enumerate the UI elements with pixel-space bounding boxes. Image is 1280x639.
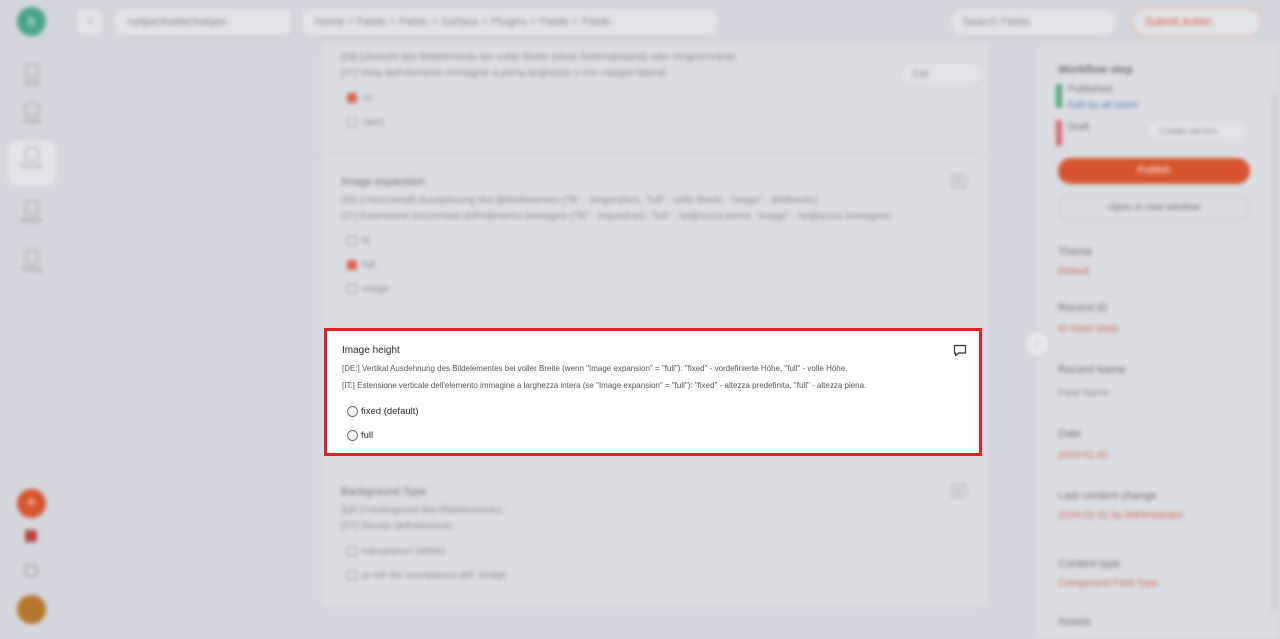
details-panel: Workflow step Published Edit by all user… [1036, 44, 1280, 639]
field-value: Field Name [1058, 388, 1110, 399]
option-checkbox[interactable] [347, 117, 357, 127]
notifications-badge[interactable]: R [17, 489, 46, 518]
field-label: Last content change [1058, 490, 1158, 502]
option-checkbox[interactable] [347, 260, 357, 270]
field-desc-de: [DE:] Ansicht des Bildelements bei volle… [341, 52, 736, 63]
radio-button[interactable] [347, 429, 358, 441]
back-button[interactable]: ‹ [76, 8, 104, 36]
pin-icon[interactable] [25, 530, 37, 542]
field-title: Background Type [341, 486, 427, 498]
assets-icon [25, 102, 39, 116]
option-label: full [362, 260, 375, 271]
comment-icon[interactable]: + [952, 174, 966, 188]
option-label: ja mit der transparent def. Image [362, 570, 507, 581]
comment-icon[interactable] [953, 344, 967, 357]
radio-button[interactable] [347, 405, 358, 417]
left-rail: h Home Assets Records Reports Settings R [0, 0, 64, 639]
status-indicator-draft [1056, 120, 1062, 146]
status-published: Published [1068, 84, 1112, 95]
rail-item-home[interactable]: Home [12, 58, 52, 98]
reports-icon [25, 201, 39, 215]
field-desc-de: [DE:] Hintergrund des Bildelementes [341, 505, 503, 516]
status-indicator-published [1056, 84, 1062, 108]
comment-icon[interactable]: + [952, 484, 966, 498]
open-new-window-button[interactable]: Open in new window [1058, 196, 1250, 220]
status-draft: Draft [1068, 122, 1090, 133]
option-label: fit [362, 236, 370, 247]
field-title: Image expansion [341, 176, 425, 188]
breadcrumb-project[interactable]: neitperthattechatges [114, 8, 292, 36]
field-value[interactable]: 2024-01-01 by Administrator [1058, 510, 1184, 521]
publish-button[interactable]: Publish [1058, 158, 1250, 184]
rail-item-records[interactable]: Records [8, 141, 56, 185]
app-logo[interactable]: h [17, 7, 46, 36]
rail-item-label: Reports [21, 218, 43, 224]
option-label: on [362, 93, 374, 104]
submit-action-button[interactable]: Submit Action [1132, 8, 1262, 36]
option-checkbox[interactable] [347, 284, 357, 294]
option-label: fixed (default) [361, 405, 419, 417]
field-description-it: [IT:] Estensione verticale dell'elemento… [342, 381, 867, 390]
rail-item-label: Assets [22, 119, 41, 125]
field-desc-it: [IT:] Estensione orizzontale dell'elemen… [341, 211, 892, 222]
option-checkbox[interactable] [347, 570, 357, 580]
home-icon [25, 64, 39, 78]
rail-item-label: Settings [21, 267, 43, 273]
field-label: Record Name [1058, 364, 1126, 376]
field-desc-it: [IT:] Vista dell'elemento immagine a pie… [341, 68, 667, 79]
option-fixed[interactable]: fixed (default) [347, 404, 419, 418]
field-value[interactable]: Component Field Type [1058, 578, 1158, 589]
chevron-left-icon: ‹ [88, 16, 92, 28]
divider [320, 152, 988, 153]
field-desc-it: [IT:] Sfondo dell'elemento [341, 521, 453, 532]
edit-button[interactable]: Edit [900, 62, 984, 86]
breadcrumb[interactable]: Home > Fields > Fields > Surface > Plugi… [302, 8, 718, 36]
field-description-de: [DE:] Vertikal Ausdehnung des Bildelemen… [342, 364, 848, 373]
user-avatar[interactable] [17, 595, 46, 624]
field-label: Theme [1058, 246, 1093, 258]
field-value[interactable]: Default [1058, 266, 1090, 277]
field-label: Assets [1058, 616, 1092, 628]
records-icon [25, 147, 39, 161]
field-label: Record ID [1058, 302, 1108, 314]
rail-item-settings[interactable]: Settings [12, 244, 52, 284]
option-checkbox[interactable] [347, 93, 357, 103]
image-height-field: Image height [DE:] Vertikal Ausdehnung d… [324, 328, 982, 456]
option-checkbox[interactable] [347, 546, 357, 556]
option-label: transparent (white) [362, 546, 446, 557]
field-value[interactable]: 2024-01-01 [1058, 450, 1109, 461]
create-version-button[interactable]: Create version [1146, 120, 1248, 142]
chevron-right-icon: › [1035, 338, 1039, 350]
field-title: Image height [342, 345, 400, 356]
status-link[interactable]: Edit by all users [1068, 100, 1139, 111]
option-label: image [362, 284, 390, 295]
panel-heading: Workflow step [1058, 64, 1133, 76]
rail-item-label: Home [23, 81, 40, 87]
option-label: open [362, 117, 385, 128]
field-value[interactable]: ID 0000 0000 [1058, 324, 1118, 335]
background-layer: h Home Assets Records Reports Settings R… [0, 0, 1280, 639]
rail-item-label: Records [20, 164, 44, 170]
option-checkbox[interactable] [347, 236, 357, 246]
field-label: Date [1058, 428, 1082, 440]
rail-item-assets[interactable]: Assets [12, 96, 52, 136]
search-input[interactable]: Search Fields [950, 8, 1118, 36]
option-label: full [361, 429, 374, 441]
field-label: Content type [1058, 558, 1121, 570]
field-desc-de: [DE:] Horizontale Ausdehnung des Bildele… [341, 195, 817, 206]
scrollbar[interactable] [1272, 94, 1278, 614]
collapse-panel-button[interactable]: › [1024, 331, 1050, 357]
rail-item-reports[interactable]: Reports [12, 195, 52, 235]
option-full[interactable]: full [347, 428, 373, 442]
settings-icon [25, 250, 39, 264]
grid-icon[interactable] [25, 565, 37, 577]
